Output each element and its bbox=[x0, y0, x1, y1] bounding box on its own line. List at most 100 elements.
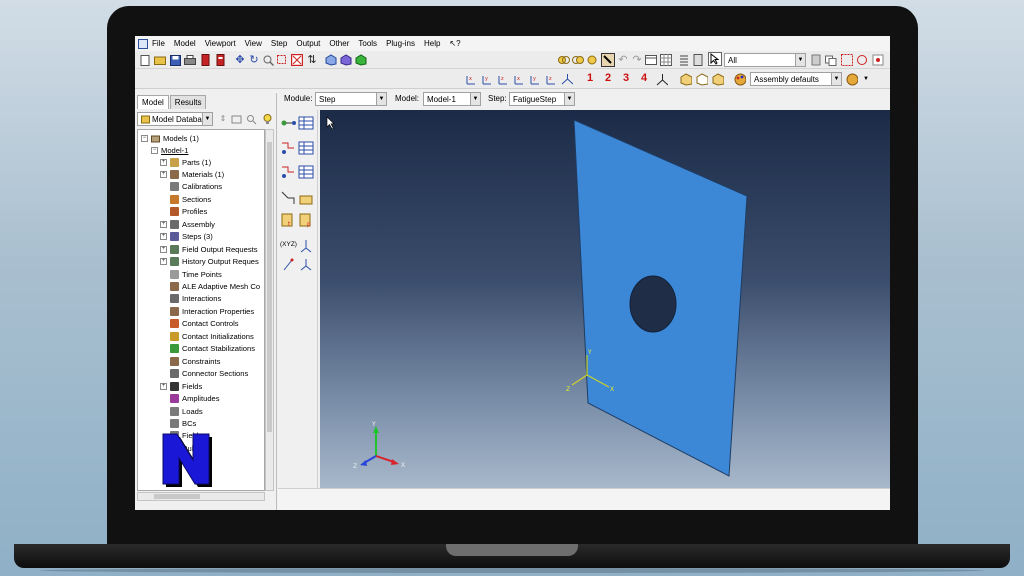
selection-mode-icon[interactable] bbox=[856, 54, 868, 66]
datum-axis-icon[interactable] bbox=[280, 256, 296, 272]
view-right-icon[interactable]: z bbox=[545, 73, 557, 85]
view-top-icon[interactable]: z bbox=[497, 73, 509, 85]
history-output-manager-icon[interactable] bbox=[298, 164, 314, 180]
viewport-canvas[interactable]: Y X Z Y X Z bbox=[320, 110, 890, 488]
scrollbar-thumb[interactable] bbox=[154, 494, 200, 499]
expand-icon[interactable]: + bbox=[160, 170, 167, 178]
tree-item[interactable]: + Materials (1) bbox=[160, 168, 224, 180]
tree-item[interactable]: Contact Stabilizations bbox=[160, 343, 255, 355]
menu-other[interactable]: Other bbox=[329, 39, 349, 48]
query-icon[interactable] bbox=[558, 54, 570, 66]
scrollbar-thumb[interactable] bbox=[267, 142, 272, 432]
selection-filter-select[interactable]: All ▼ bbox=[724, 53, 806, 67]
render-shaded-icon[interactable] bbox=[355, 54, 367, 66]
tree-item[interactable]: BCs bbox=[160, 417, 196, 429]
move-up-icon[interactable]: ⇕ bbox=[217, 113, 229, 125]
expand-icon[interactable]: + bbox=[160, 233, 167, 241]
replace-icon[interactable] bbox=[586, 54, 598, 66]
adaptive-mesh-icon[interactable] bbox=[280, 190, 296, 206]
tree-item[interactable]: Interactions bbox=[160, 293, 221, 305]
tree-item[interactable]: Contact Initializations bbox=[160, 330, 254, 342]
csys-icon[interactable] bbox=[656, 73, 668, 85]
model-shade-icon[interactable] bbox=[712, 72, 724, 86]
tree-horizontal-scrollbar[interactable] bbox=[137, 492, 265, 501]
open-folder-icon[interactable] bbox=[154, 54, 166, 66]
menu-viewport[interactable]: Viewport bbox=[205, 39, 236, 48]
zoom-select-icon[interactable] bbox=[872, 54, 884, 66]
tree-item[interactable]: Connector Sections bbox=[160, 368, 248, 380]
drag-shape-icon[interactable] bbox=[841, 54, 853, 66]
tree-item[interactable]: Contact Controls bbox=[160, 318, 239, 330]
time-points-icon[interactable]: t bbox=[280, 212, 296, 228]
render-wire-icon[interactable] bbox=[325, 54, 337, 66]
user-view-1-button[interactable]: 1 bbox=[587, 72, 593, 84]
selection-copy-icon[interactable] bbox=[825, 54, 837, 66]
tree-item[interactable]: Amplitudes bbox=[160, 393, 220, 405]
user-view-2-button[interactable]: 2 bbox=[605, 72, 611, 84]
view-back-icon[interactable]: y bbox=[481, 73, 493, 85]
menu-output[interactable]: Output bbox=[296, 39, 320, 48]
color-palette-icon[interactable] bbox=[846, 73, 858, 85]
expand-icon[interactable]: + bbox=[160, 220, 167, 228]
collapse-icon[interactable]: − bbox=[151, 146, 158, 154]
tree-item[interactable]: Loads bbox=[160, 405, 203, 417]
context-help-icon[interactable]: ↖? bbox=[449, 39, 460, 48]
lightbulb-icon[interactable] bbox=[261, 113, 273, 125]
tree-item[interactable]: Profiles bbox=[160, 206, 207, 218]
tree-search-icon[interactable] bbox=[245, 113, 257, 125]
module-select[interactable]: Step ▼ bbox=[315, 92, 387, 106]
views-icon[interactable] bbox=[645, 54, 657, 66]
tree-item[interactable]: Time Points bbox=[160, 268, 222, 280]
create-step-icon[interactable] bbox=[280, 115, 296, 131]
menu-help[interactable]: Help bbox=[424, 39, 440, 48]
parallel-icon[interactable] bbox=[696, 72, 708, 86]
render-style-select[interactable]: Assembly defaults ▼ bbox=[750, 72, 842, 86]
odb-icon[interactable] bbox=[214, 54, 226, 66]
chevron-down-icon[interactable]: ▼ bbox=[860, 73, 872, 85]
zoom-icon[interactable] bbox=[262, 54, 274, 66]
pan-icon[interactable]: ✥ bbox=[234, 54, 246, 66]
menu-model[interactable]: Model bbox=[174, 39, 196, 48]
history-output-icon[interactable] bbox=[280, 164, 296, 180]
adaptive-mesh-controls-icon[interactable] bbox=[298, 190, 314, 206]
step-select[interactable]: FatigueStep ▼ bbox=[509, 92, 575, 106]
expand-icon[interactable]: + bbox=[160, 245, 167, 253]
display-group-icon[interactable] bbox=[572, 54, 584, 66]
tree-item[interactable]: + Steps (3) bbox=[160, 231, 213, 243]
tree-item[interactable]: ALE Adaptive Mesh Co bbox=[160, 281, 260, 293]
rotate-icon[interactable]: ↻ bbox=[248, 54, 260, 66]
user-view-4-button[interactable]: 4 bbox=[641, 72, 647, 84]
tree-item[interactable]: + Fields bbox=[160, 380, 202, 392]
collapse-icon[interactable]: − bbox=[141, 134, 148, 142]
datum-plane-icon[interactable] bbox=[298, 256, 314, 272]
box-zoom-icon[interactable] bbox=[276, 54, 288, 66]
view-left-icon[interactable]: y bbox=[529, 73, 541, 85]
column-icon[interactable] bbox=[692, 54, 704, 66]
view-front-icon[interactable]: x bbox=[465, 73, 477, 85]
menu-view[interactable]: View bbox=[245, 39, 262, 48]
time-points-manager-icon[interactable]: p bbox=[298, 212, 314, 228]
tree-item[interactable]: Interaction Properties bbox=[160, 305, 254, 317]
auto-fit-icon[interactable] bbox=[291, 54, 303, 66]
tree-item[interactable]: Calibrations bbox=[160, 181, 222, 193]
select-cursor-icon[interactable] bbox=[708, 52, 722, 66]
menu-plugins[interactable]: Plug-ins bbox=[386, 39, 415, 48]
new-file-icon[interactable] bbox=[139, 54, 151, 66]
tree-item[interactable]: Constraints bbox=[160, 355, 220, 367]
tree-item[interactable]: + Field Output Requests bbox=[160, 243, 258, 255]
field-output-manager-icon[interactable] bbox=[298, 140, 314, 156]
tree-item[interactable]: + Parts (1) bbox=[160, 156, 211, 168]
tab-model[interactable]: Model bbox=[137, 95, 169, 109]
tree-root-models[interactable]: − Models (1) bbox=[141, 132, 199, 144]
print-icon[interactable] bbox=[184, 54, 196, 66]
expand-icon[interactable]: + bbox=[160, 258, 167, 266]
list-icon[interactable] bbox=[678, 54, 690, 66]
render-hidden-icon[interactable] bbox=[340, 54, 352, 66]
save-icon[interactable] bbox=[169, 54, 181, 66]
tree-vertical-scrollbar[interactable] bbox=[265, 129, 274, 491]
filter-icon[interactable] bbox=[230, 113, 242, 125]
perspective-icon[interactable] bbox=[680, 72, 692, 86]
model-database-select[interactable]: Model Databas ▼ bbox=[137, 112, 213, 126]
view-iso-icon[interactable] bbox=[561, 73, 573, 85]
field-output-icon[interactable] bbox=[280, 140, 296, 156]
